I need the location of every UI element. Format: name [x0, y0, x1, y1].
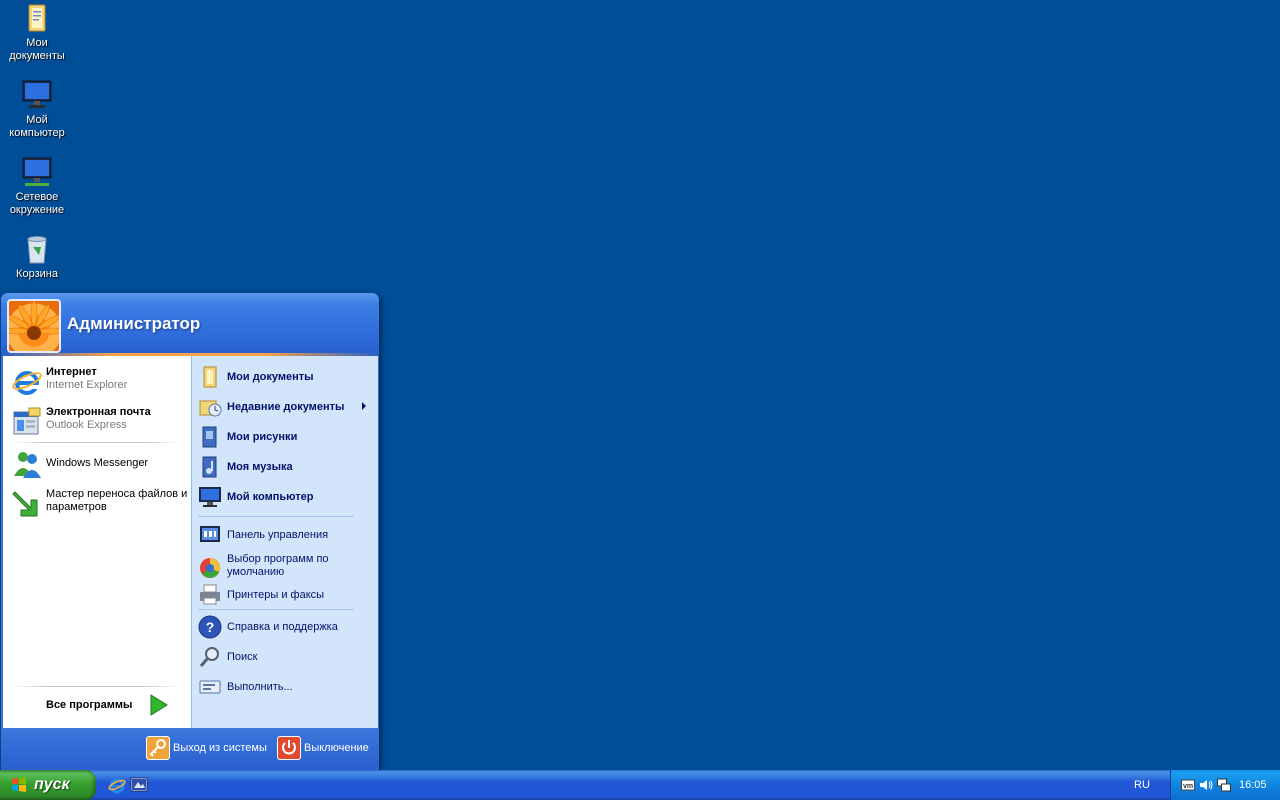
place-label: Мои рисунки	[227, 431, 298, 443]
pane-separator	[11, 442, 181, 443]
pane-separator	[11, 686, 181, 687]
place-label: Моя музыка	[227, 461, 293, 473]
recent-documents-icon	[198, 395, 222, 419]
program-name: Электронная почта	[46, 406, 151, 418]
start-menu-left-pane: Интернет Internet Explorer Электронная п…	[3, 356, 191, 728]
my-music-icon	[198, 455, 222, 479]
program-name: Мастер переноса файлов и параметров	[46, 488, 188, 513]
place-my-documents[interactable]: Мои документы	[198, 364, 372, 390]
internet-explorer-icon	[11, 366, 43, 398]
tool-help[interactable]: ? Справка и поддержка	[198, 614, 372, 640]
tool-run[interactable]: Выполнить...	[198, 674, 372, 700]
outlook-express-icon	[11, 406, 43, 438]
place-my-pictures[interactable]: Мои рисунки	[198, 424, 372, 450]
user-name: Администратор	[67, 314, 201, 333]
desktop-icon-recycle-bin[interactable]: Корзина	[0, 233, 74, 281]
program-name: Windows Messenger	[46, 457, 149, 469]
start-menu-right-pane: Мои документы Недавние документы Мои рис…	[191, 356, 378, 728]
setting-default-programs[interactable]: Выбор программ по умолчанию	[198, 552, 372, 584]
desktop-icon-label: Корзина	[16, 268, 58, 280]
setting-label: Панель управления	[227, 529, 329, 541]
svg-text:vm: vm	[1183, 783, 1193, 790]
recent-windows-messenger[interactable]: Windows Messenger	[11, 448, 189, 480]
shutdown-button[interactable]: Выключение	[277, 736, 375, 760]
place-my-music[interactable]: Моя музыка	[198, 454, 372, 480]
place-label: Недавние документы	[227, 401, 345, 413]
control-panel-icon	[198, 523, 222, 547]
power-icon	[277, 736, 301, 760]
pinned-internet-explorer[interactable]: Интернет Internet Explorer	[11, 366, 189, 398]
run-icon	[198, 675, 222, 699]
key-icon	[146, 736, 170, 760]
my-computer-icon	[21, 79, 53, 111]
pane-separator	[198, 516, 354, 517]
transfer-wizard-icon	[11, 488, 43, 520]
vmware-icon[interactable]: vm	[1181, 778, 1195, 792]
volume-icon[interactable]	[1199, 778, 1213, 792]
shutdown-label: Выключение	[304, 742, 369, 754]
start-label: пуск	[34, 776, 70, 793]
network-icon[interactable]	[1217, 778, 1231, 792]
desktop-icon-label: Мои документы	[9, 37, 65, 62]
tool-search[interactable]: Поиск	[198, 644, 372, 670]
desktop-icon-network-places[interactable]: Сетевое окружение	[0, 156, 74, 217]
my-documents-icon	[198, 365, 222, 389]
clock[interactable]: 16:05	[1239, 779, 1267, 791]
submenu-arrow-icon	[362, 402, 366, 410]
desktop-icon-label: Сетевое окружение	[9, 191, 65, 216]
search-icon	[198, 645, 222, 669]
program-subtitle: Outlook Express	[46, 419, 127, 431]
logoff-button[interactable]: Выход из системы	[146, 736, 271, 760]
setting-printers[interactable]: Принтеры и факсы	[198, 582, 372, 608]
messenger-icon	[11, 448, 43, 480]
user-avatar[interactable]	[7, 299, 61, 353]
place-my-computer[interactable]: Мой компьютер	[198, 484, 372, 510]
place-label: Мои документы	[227, 371, 314, 383]
default-programs-icon	[198, 556, 222, 580]
pinned-outlook-express[interactable]: Электронная почта Outlook Express	[11, 406, 189, 438]
windows-flag-icon	[11, 777, 27, 793]
recycle-bin-icon	[21, 233, 53, 265]
green-arrow-icon	[148, 694, 170, 716]
pane-separator	[198, 609, 354, 610]
all-programs-button[interactable]: Все программы	[46, 693, 176, 719]
start-menu-header: Администратор	[1, 293, 379, 356]
desktop-icon-my-computer[interactable]: Мой компьютер	[0, 79, 74, 140]
place-label: Мой компьютер	[227, 491, 314, 503]
setting-label: Выбор программ по умолчанию	[227, 553, 329, 578]
system-tray: vm 16:05	[1170, 770, 1280, 800]
logoff-label: Выход из системы	[173, 742, 267, 754]
setting-label: Принтеры и факсы	[227, 589, 325, 601]
all-programs-label: Все программы	[46, 699, 133, 711]
my-pictures-icon	[198, 425, 222, 449]
show-desktop-icon[interactable]	[130, 776, 148, 794]
tool-label: Справка и поддержка	[227, 621, 338, 633]
taskbar: пуск RU vm 16:05	[0, 770, 1280, 800]
start-button[interactable]: пуск	[0, 770, 96, 800]
desktop-icon-label: Мой компьютер	[9, 114, 65, 139]
my-computer-icon	[198, 485, 222, 509]
my-documents-icon	[21, 2, 53, 34]
svg-text:?: ?	[206, 619, 215, 635]
network-places-icon	[21, 156, 53, 188]
desktop-icon-my-documents[interactable]: Мои документы	[0, 2, 74, 63]
tool-label: Выполнить...	[227, 681, 293, 693]
recent-transfer-wizard[interactable]: Мастер переноса файлов и параметров	[11, 488, 189, 524]
program-name: Интернет	[46, 366, 97, 378]
help-icon: ?	[198, 615, 222, 639]
place-recent-documents[interactable]: Недавние документы	[198, 394, 372, 420]
setting-control-panel[interactable]: Панель управления	[198, 522, 372, 548]
program-subtitle: Internet Explorer	[46, 379, 128, 391]
start-menu-footer: Выход из системы Выключение	[1, 728, 379, 770]
quicklaunch-ie-icon[interactable]	[108, 776, 126, 794]
language-indicator[interactable]: RU	[1134, 779, 1150, 791]
start-menu: Администратор Интернет Internet Explorer	[1, 293, 379, 770]
tool-label: Поиск	[227, 651, 258, 663]
printers-icon	[198, 583, 222, 607]
